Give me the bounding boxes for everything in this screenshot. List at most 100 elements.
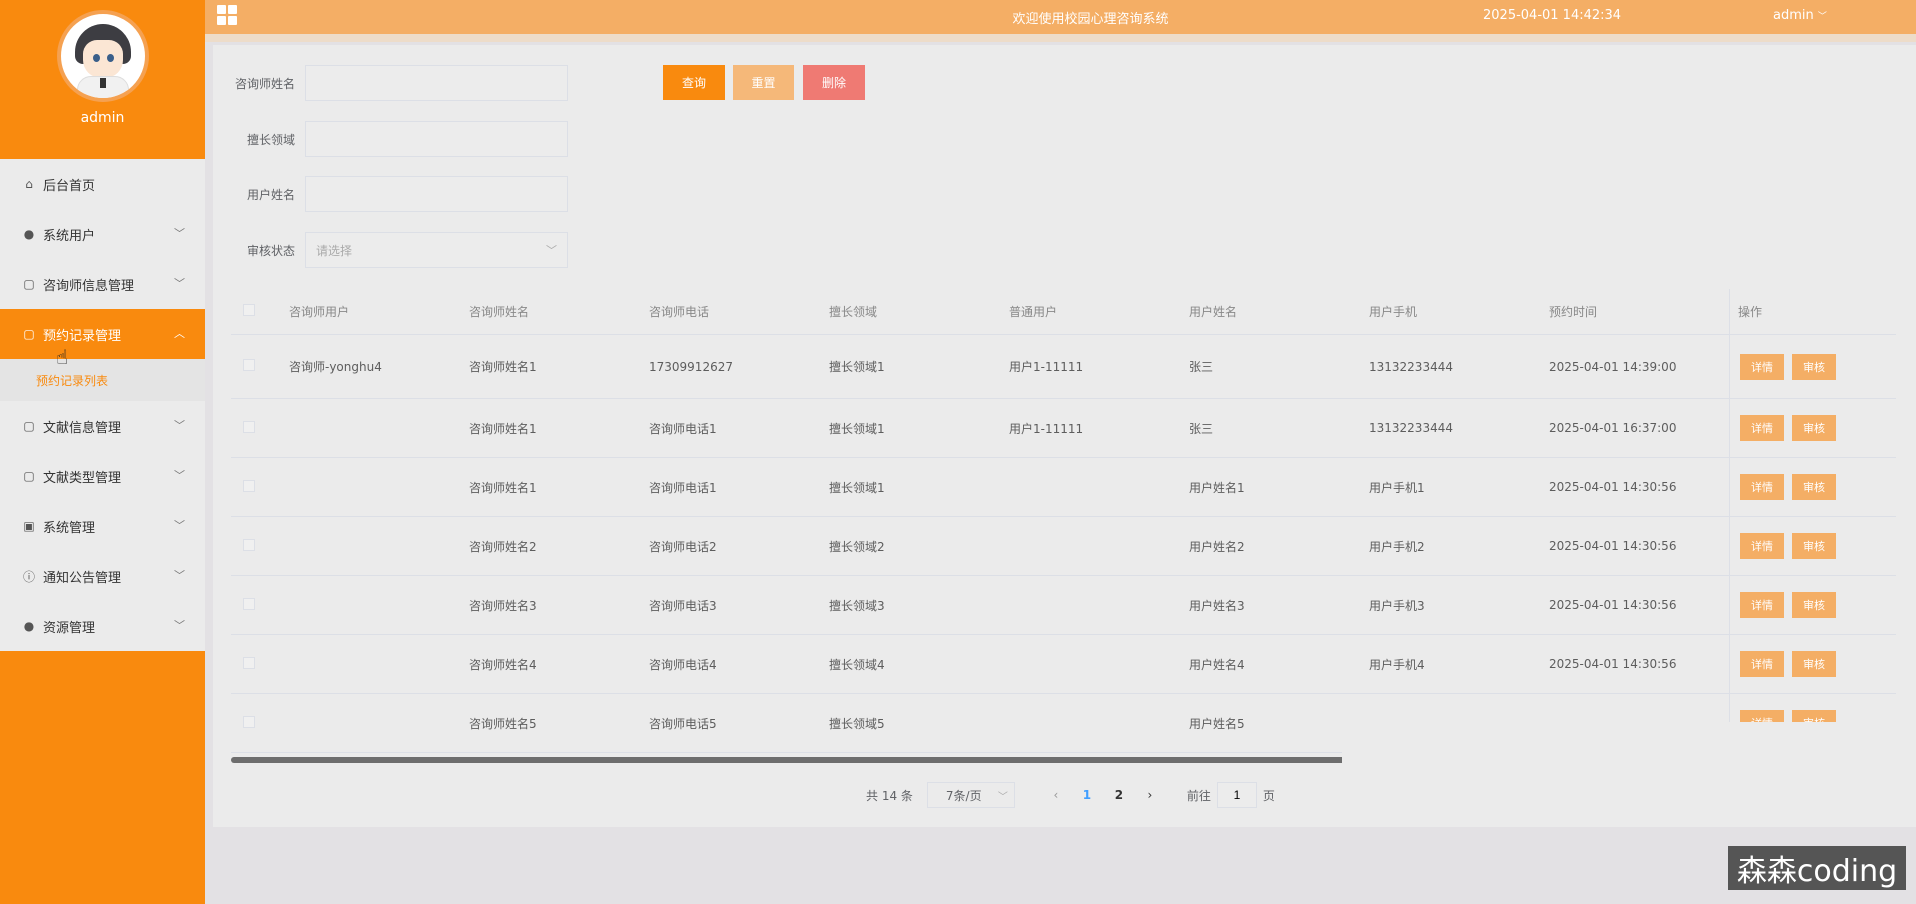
detail-button[interactable]: 详情	[1740, 651, 1784, 677]
user-dropdown[interactable]: admin ﹀	[1773, 8, 1827, 23]
user-icon: ●	[23, 227, 35, 241]
row-checkbox[interactable]	[231, 359, 289, 374]
status-select[interactable]: 请选择 ﹀	[305, 232, 568, 268]
page-size-select[interactable]: 7条/页 ﹀	[926, 782, 1015, 808]
prev-page-button[interactable]: ‹	[1041, 788, 1071, 802]
table-cell: 2025-04-01 14:39:00	[1549, 359, 1677, 374]
audit-button[interactable]: 审核	[1792, 415, 1836, 441]
col-header: 操作	[1729, 288, 1889, 335]
table-cell: 擅长领域3	[829, 598, 885, 613]
top-header: 欢迎使用校园心理咨询系统 2025-04-01 14:42:34 admin ﹀	[205, 0, 1916, 34]
doc-icon: ▢	[23, 419, 35, 433]
sidebar-item-system-users[interactable]: ● 系统用户 ﹀	[0, 209, 205, 259]
table-cell: 13132233444	[1369, 359, 1453, 374]
reset-button[interactable]: 重置	[733, 65, 794, 100]
table-cell: 咨询师姓名5	[469, 716, 537, 731]
appointment-table: 咨询师用户 咨询师姓名 咨询师电话 擅长领域 普通用户 用户姓名 用户手机 预约…	[231, 288, 1896, 753]
table-cell: 17309912627	[649, 359, 733, 374]
chevron-down-icon: ﹀	[546, 244, 557, 257]
row-actions: 详情审核	[1729, 635, 1889, 693]
delete-button[interactable]: 删除	[803, 65, 865, 100]
select-all-checkbox[interactable]	[231, 304, 289, 319]
table-cell: 咨询师姓名1	[469, 360, 537, 374]
doc-icon: ▢	[23, 469, 35, 483]
row-checkbox[interactable]	[231, 538, 289, 554]
detail-button[interactable]: 详情	[1740, 592, 1784, 618]
row-actions: 详情审核	[1729, 399, 1889, 457]
sidebar-item-notices[interactable]: ⓘ 通知公告管理 ﹀	[0, 551, 205, 601]
total-count: 共 14 条	[866, 788, 913, 803]
table-cell: 擅长领域1	[829, 421, 885, 436]
sidebar-item-home[interactable]: ⌂ 后台首页	[0, 159, 205, 209]
row-checkbox[interactable]	[231, 656, 289, 672]
table-cell: 咨询师电话5	[649, 716, 717, 731]
user-name-input[interactable]	[305, 176, 568, 212]
chevron-down-icon: ﹀	[997, 792, 1008, 803]
sidebar-item-system-management[interactable]: ▣ 系统管理 ﹀	[0, 501, 205, 551]
goto-page: 前往 页	[1187, 782, 1275, 808]
bulb-icon: ●	[23, 619, 35, 633]
goto-page-input[interactable]	[1216, 782, 1257, 808]
sidebar-item-counselor-info[interactable]: ▢ 咨询师信息管理 ﹀	[0, 259, 205, 309]
counselor-name-input[interactable]	[305, 65, 568, 101]
profile: admin	[0, 0, 205, 159]
specialty-label: 擅长领域	[246, 132, 295, 147]
scrollbar-thumb[interactable]	[231, 757, 1361, 763]
sidebar-item-resources[interactable]: ● 资源管理 ﹀	[0, 601, 205, 651]
col-header: 咨询师用户	[289, 305, 350, 319]
main-panel: 咨询师姓名 擅长领域 用户姓名 审核状态 请选择 ﹀ 查询 重置 删除 咨询师用…	[213, 45, 1916, 827]
table-cell: 张三	[1189, 421, 1214, 436]
chevron-down-icon: ﹀	[174, 619, 185, 632]
detail-button[interactable]: 详情	[1740, 533, 1784, 559]
audit-button[interactable]: 审核	[1792, 533, 1836, 559]
table-row: 咨询师姓名2 咨询师电话2 擅长领域2 用户姓名2 用户手机2 2025-04-01 14…	[231, 517, 1896, 576]
table-cell: 咨询师电话3	[649, 598, 717, 613]
audit-button[interactable]: 审核	[1792, 353, 1836, 380]
counselor-name-label: 咨询师姓名	[234, 76, 295, 91]
table-row: 咨询师姓名4 咨询师电话4 擅长领域4 用户姓名4 用户手机4 2025-04-01 14…	[231, 635, 1896, 694]
sidebar-item-literature-type[interactable]: ▢ 文献类型管理 ﹀	[0, 451, 205, 501]
table-row: 咨询师姓名1 咨询师电话1 擅长领域1 用户1-11111 张三 13132233444 2…	[231, 399, 1896, 458]
obscured-area	[1342, 722, 1916, 827]
specialty-input[interactable]	[305, 121, 568, 157]
avatar[interactable]	[56, 10, 149, 102]
sidebar-item-label: 咨询师信息管理	[43, 278, 135, 294]
sidebar-menu: ⌂ 后台首页 ● 系统用户 ﹀ ▢ 咨询师信息管理 ﹀ ▢ 预约记录管理 ︿ 预…	[0, 159, 205, 651]
table-cell: 2025-04-01 14:30:56	[1549, 480, 1677, 494]
table-cell: 咨询师姓名1	[469, 480, 537, 495]
row-checkbox[interactable]	[231, 597, 289, 613]
query-button[interactable]: 查询	[663, 65, 725, 100]
next-page-button[interactable]: ›	[1135, 788, 1165, 802]
hand-cursor-icon: ☝	[56, 345, 69, 369]
sidebar-subitem-appointment-list[interactable]: 预约记录列表	[0, 359, 205, 401]
row-checkbox[interactable]	[231, 420, 289, 436]
table-header: 咨询师用户 咨询师姓名 咨询师电话 擅长领域 普通用户 用户姓名 用户手机 预约…	[231, 288, 1896, 335]
audit-button[interactable]: 审核	[1792, 651, 1836, 677]
status-label: 审核状态	[246, 243, 295, 258]
row-checkbox[interactable]	[231, 715, 289, 731]
row-actions: 详情审核	[1729, 517, 1889, 575]
detail-button[interactable]: 详情	[1740, 474, 1784, 500]
table-cell: 用户手机3	[1369, 598, 1425, 613]
detail-button[interactable]: 详情	[1740, 353, 1784, 380]
page-title: 欢迎使用校园心理咨询系统	[1012, 12, 1169, 27]
table-cell: 咨询师电话1	[649, 480, 717, 495]
audit-button[interactable]: 审核	[1792, 592, 1836, 618]
table-cell: 用户手机1	[1369, 480, 1425, 495]
table-cell: 擅长领域2	[829, 539, 885, 554]
table-body: 咨询师-yonghu4 咨询师姓名1 17309912627 擅长领域1 用户1-111…	[231, 335, 1896, 753]
sidebar-item-label: 资源管理	[43, 620, 96, 636]
detail-button[interactable]: 详情	[1740, 415, 1784, 441]
col-header: 用户手机	[1369, 305, 1418, 319]
col-header: 普通用户	[1009, 305, 1058, 319]
sidebar-item-literature-info[interactable]: ▢ 文献信息管理 ﹀	[0, 401, 205, 451]
search-status: 审核状态 请选择 ﹀	[213, 232, 568, 268]
header-datetime: 2025-04-01 14:42:34	[1483, 8, 1622, 23]
table-cell: 2025-04-01 14:30:56	[1549, 539, 1677, 553]
doc-icon: ▢	[23, 327, 35, 341]
row-checkbox[interactable]	[231, 479, 289, 495]
audit-button[interactable]: 审核	[1792, 474, 1836, 500]
sidebar-item-appointments[interactable]: ▢ 预约记录管理 ︿	[0, 309, 205, 359]
page-1-button[interactable]: 1	[1071, 788, 1103, 802]
page-2-button[interactable]: 2	[1103, 788, 1135, 802]
